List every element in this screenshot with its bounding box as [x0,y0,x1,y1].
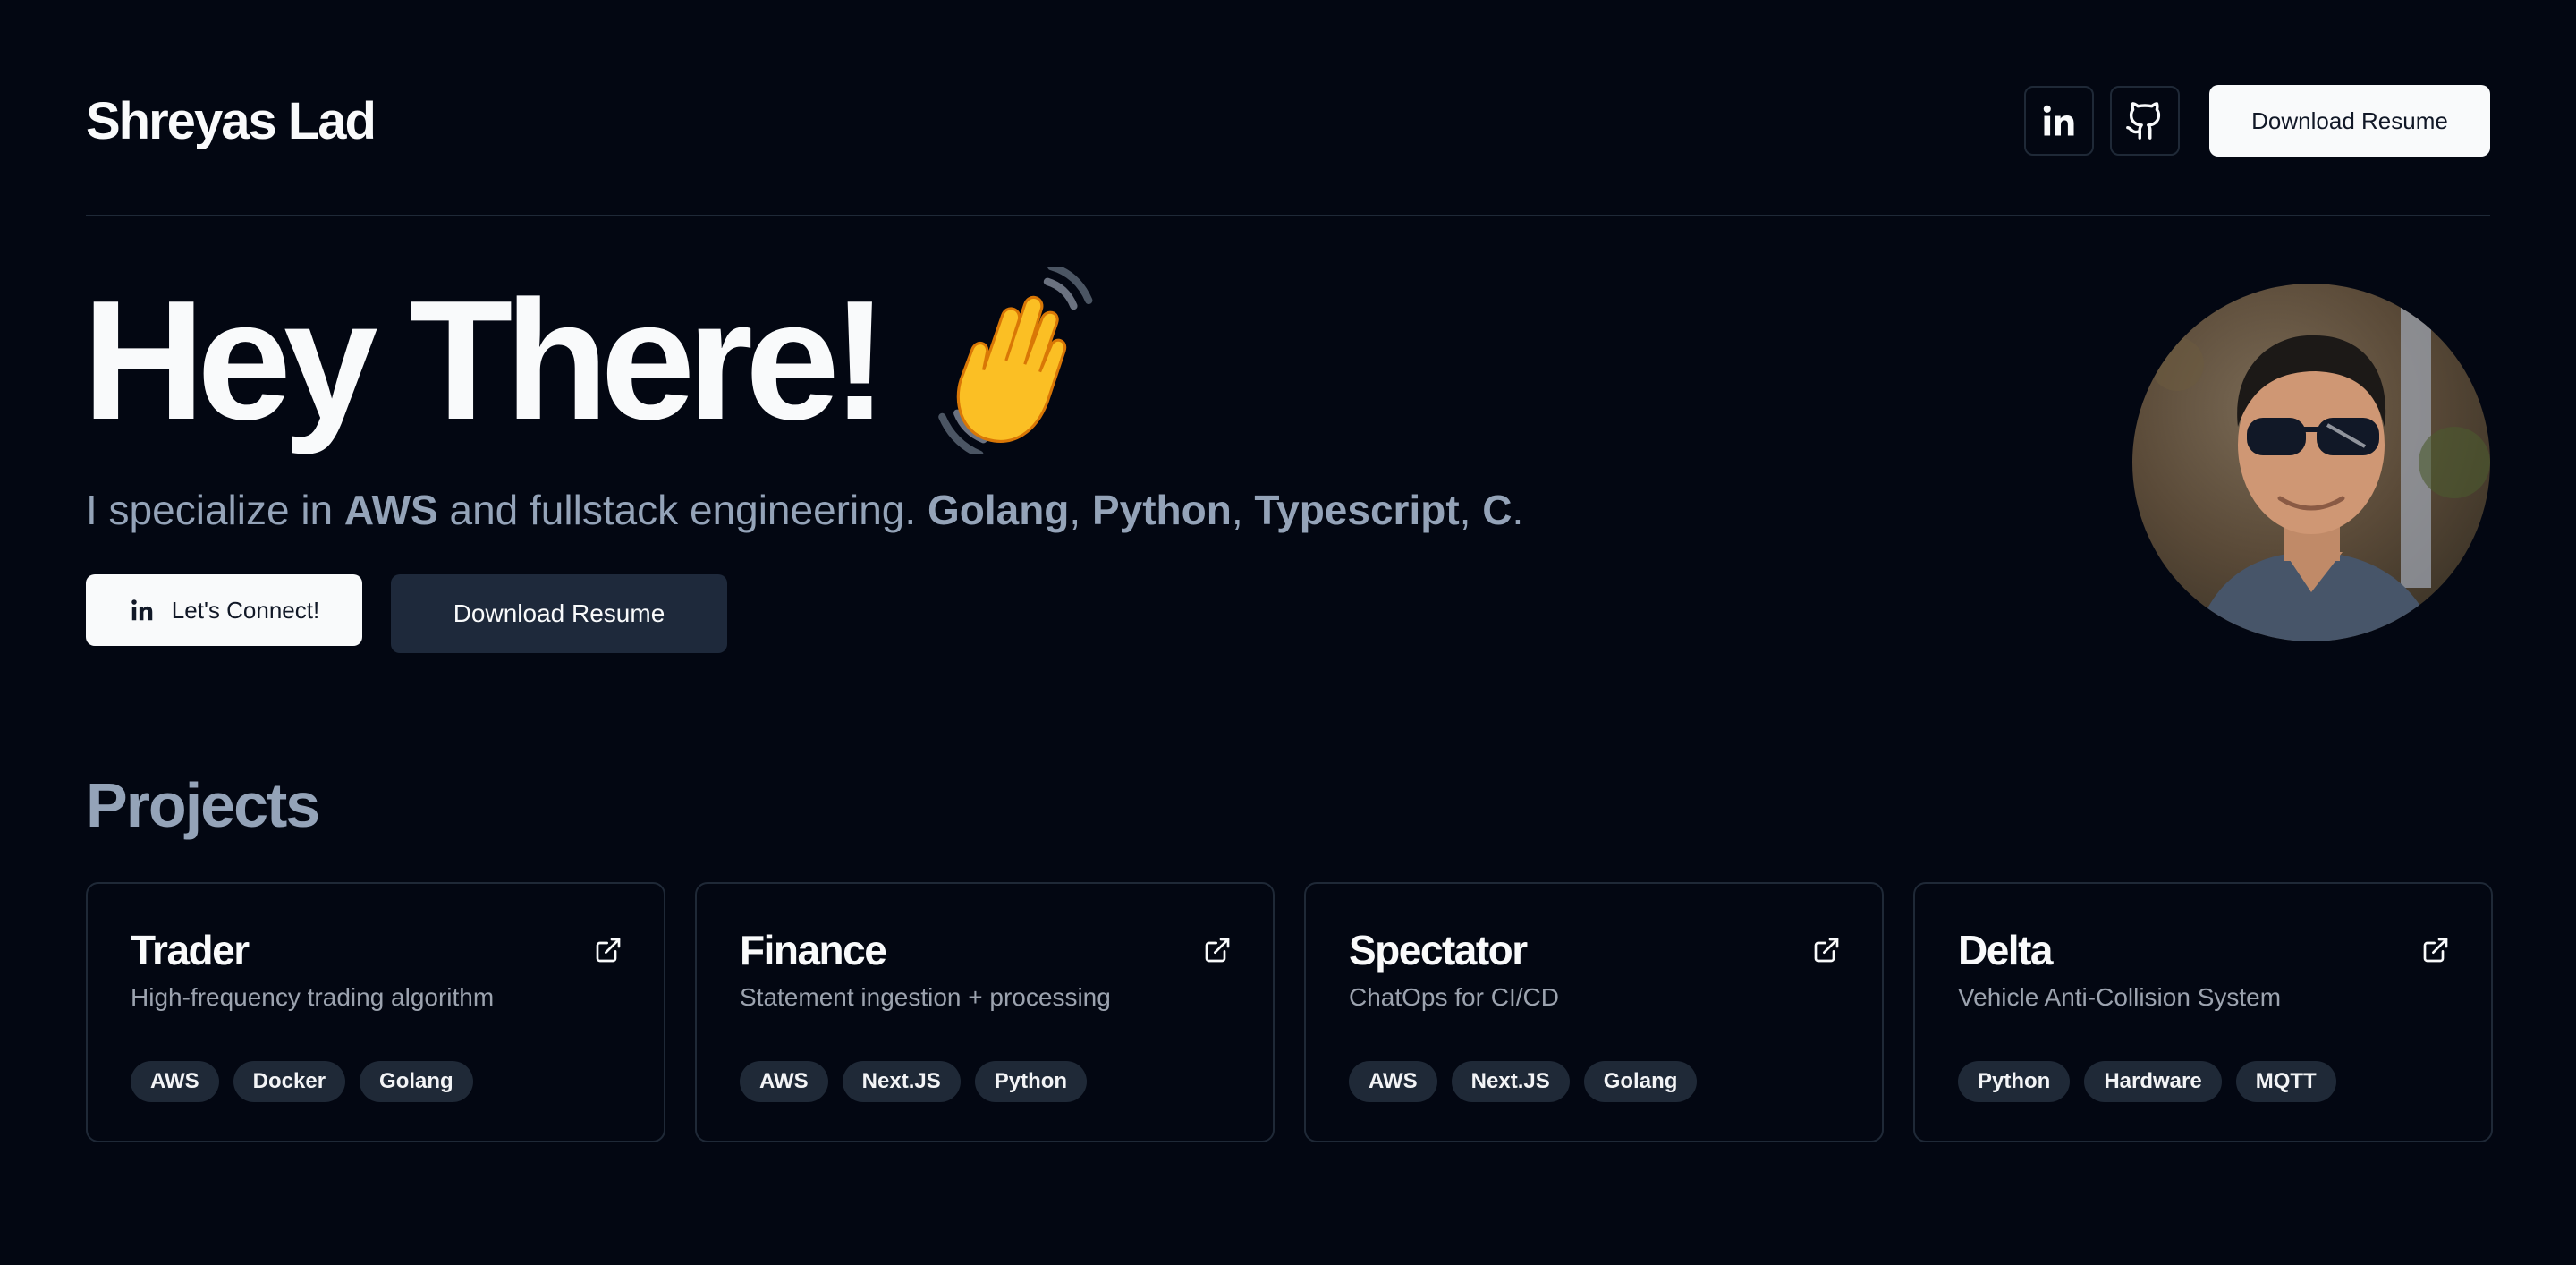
project-title: Spectator [1349,927,1528,973]
project-tags: AWS Docker Golang [131,1061,621,1102]
project-tags: AWS Next.JS Golang [1349,1061,1839,1102]
tag: Next.JS [842,1061,961,1102]
tagline-typescript: Typescript [1254,487,1460,533]
projects-grid: Trader High-frequency trading algorithm … [86,882,2493,1142]
project-description: Statement ingestion + processing [740,983,1111,1011]
tag: MQTT [2235,1061,2336,1102]
project-card-delta[interactable]: Delta Vehicle Anti-Collision System Pyth… [1913,882,2493,1142]
waving-hand-icon [938,267,1093,454]
tagline-separator: , [1459,487,1483,533]
project-description: Vehicle Anti-Collision System [1958,983,2282,1011]
tagline-text: and fullstack engineering. [437,487,928,533]
hero-heading: Hey There! [82,267,1104,454]
hero-tagline: I specialize in AWS and fullstack engine… [86,483,1523,537]
tagline-c: C [1482,487,1513,533]
tag: Python [1958,1061,2071,1102]
external-link-icon[interactable] [1203,936,1232,964]
project-tags: AWS Next.JS Python [740,1061,1230,1102]
projects-heading: Projects [86,770,320,840]
project-description: High-frequency trading algorithm [131,983,495,1011]
tagline-text: I specialize in [86,487,344,533]
lets-connect-button[interactable]: Let's Connect! [86,574,362,646]
tagline-golang: Golang [927,487,1070,533]
external-link-icon[interactable] [2421,936,2450,964]
header-divider [86,215,2490,216]
project-card-trader[interactable]: Trader High-frequency trading algorithm … [86,882,665,1142]
tagline-text: . [1512,487,1524,533]
hero-title-text: Hey There! [82,266,888,455]
external-link-icon[interactable] [594,936,623,964]
project-card-finance[interactable]: Finance Statement ingestion + processing… [695,882,1275,1142]
github-button[interactable] [2110,86,2180,156]
tag: Golang [360,1061,473,1102]
header-download-resume-button[interactable]: Download Resume [2209,85,2490,157]
github-icon [2126,102,2161,140]
project-card-spectator[interactable]: Spectator ChatOps for CI/CD AWS Next.JS … [1304,882,1884,1142]
tag: Hardware [2084,1061,2222,1102]
external-link-icon[interactable] [1812,936,1841,964]
profile-avatar [2132,284,2490,641]
tagline-separator: , [1069,487,1092,533]
tag: Docker [233,1061,346,1102]
project-title: Finance [740,927,887,973]
hero-actions: Let's Connect! Download Resume [86,574,727,653]
tagline-separator: , [1231,487,1255,533]
tag: Python [974,1061,1088,1102]
profile-photo [2132,284,2490,641]
linkedin-button[interactable] [2024,86,2094,156]
tag: AWS [131,1061,219,1102]
tag: AWS [1349,1061,1437,1102]
header-actions: Download Resume [2024,85,2490,157]
tag: AWS [740,1061,828,1102]
linkedin-icon [131,599,153,621]
linkedin-icon [2043,105,2074,136]
project-description: ChatOps for CI/CD [1349,983,1559,1011]
project-title: Delta [1958,927,2053,973]
hero-download-resume-button[interactable]: Download Resume [391,574,727,653]
project-title: Trader [131,927,250,973]
tagline-python: Python [1091,487,1232,533]
tag: Next.JS [1451,1061,1570,1102]
tag: Golang [1583,1061,1698,1102]
lets-connect-label: Let's Connect! [171,596,320,624]
portfolio-page: Shreyas Lad Download Resume Hey There! I… [0,0,2576,1265]
site-brand[interactable]: Shreyas Lad [86,93,377,150]
project-tags: Python Hardware MQTT [1958,1061,2448,1102]
tagline-aws: AWS [343,487,438,533]
